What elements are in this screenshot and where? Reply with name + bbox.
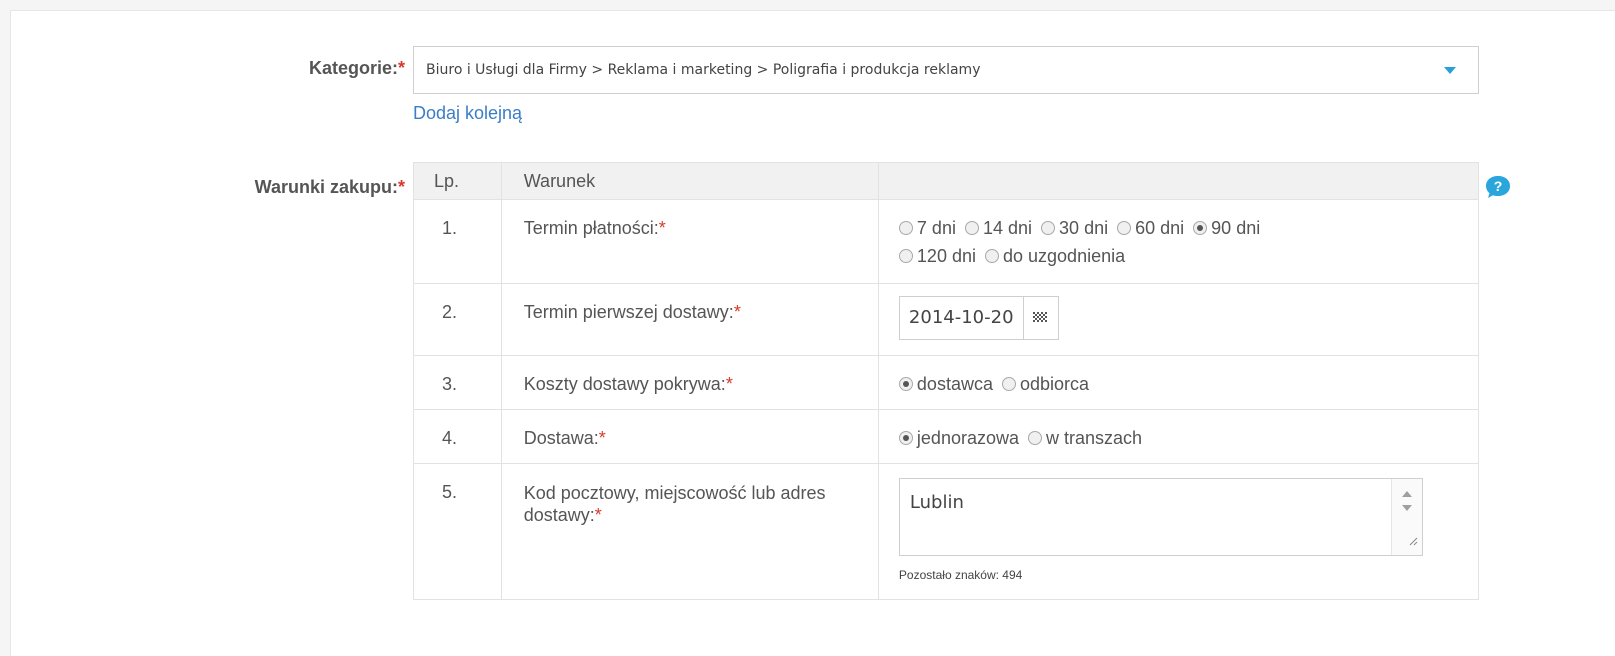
radio-button[interactable] — [1001, 377, 1016, 391]
radio-label: 90 dni — [1211, 218, 1261, 238]
radio-button[interactable] — [898, 221, 913, 235]
radio-option-supplier[interactable]: dostawca — [898, 374, 993, 394]
table-row: 3. Koszty dostawy pokrywa:* dostawca odb… — [413, 355, 1480, 410]
categories-label: Kategorie:* — [309, 58, 405, 79]
table-row: 5. Kod pocztowy, miejscowość lub adres d… — [413, 463, 1480, 600]
row-condition: Kod pocztowy, miejscowość lub adres dost… — [500, 463, 879, 600]
radio-label: w transzach — [1046, 428, 1143, 448]
delivery-address-textarea[interactable]: Lublin — [898, 478, 1423, 556]
required-mark: * — [594, 505, 602, 525]
radio-option-one-time[interactable]: jednorazowa — [898, 428, 1019, 448]
payment-term-options: 7 dni 14 dni 30 dni 60 dni 90 dni 120 dn… — [877, 199, 1480, 284]
radio-label: 30 dni — [1059, 218, 1109, 238]
radio-option-90-days[interactable]: 90 dni — [1193, 218, 1260, 238]
textarea-value: Lublin — [909, 492, 964, 513]
radio-option-60-days[interactable]: 60 dni — [1117, 218, 1184, 238]
radio-option-recipient[interactable]: odbiorca — [1001, 374, 1090, 394]
first-delivery-label: Termin pierwszej dostawy: — [523, 302, 734, 322]
column-header-number: Lp. — [413, 162, 502, 200]
table-row: 2. Termin pierwszej dostawy:* 2014-10-20 — [413, 283, 1480, 356]
row-number: 5. — [413, 463, 502, 600]
resize-grip-icon[interactable] — [1409, 530, 1418, 551]
scroll-up-icon[interactable] — [1401, 491, 1412, 497]
row-condition: Termin płatności:* — [500, 199, 879, 284]
radio-option-120-days[interactable]: 120 dni — [898, 246, 976, 266]
radio-label: jednorazowa — [916, 428, 1019, 448]
purchase-terms-label: Warunki zakupu:* — [255, 177, 405, 198]
radio-button-selected[interactable] — [898, 377, 913, 391]
radio-group-line: jednorazowa w transzach — [898, 424, 1478, 452]
required-mark: * — [598, 428, 606, 448]
radio-label: 60 dni — [1135, 218, 1185, 238]
delivery-costs-label: Koszty dostawy pokrywa: — [523, 374, 726, 394]
purchase-terms-label-text: Warunki zakupu: — [254, 177, 398, 197]
radio-label: odbiorca — [1019, 374, 1090, 394]
row-number: 4. — [413, 409, 502, 464]
help-icon[interactable]: ? — [1485, 175, 1511, 199]
radio-option-7-days[interactable]: 7 dni — [898, 218, 956, 238]
radio-label: 7 dni — [916, 218, 956, 238]
calendar-icon[interactable] — [1024, 297, 1058, 339]
radio-button[interactable] — [964, 221, 979, 235]
radio-button-selected[interactable] — [1193, 221, 1208, 235]
radio-option-to-agree[interactable]: do uzgodnienia — [985, 246, 1125, 266]
scroll-down-icon[interactable] — [1401, 505, 1412, 511]
row-number: 1. — [413, 199, 502, 284]
radio-option-30-days[interactable]: 30 dni — [1041, 218, 1108, 238]
first-delivery-value: 2014-10-20 — [877, 283, 1480, 356]
purchase-terms-table: Lp. Warunek 1. Termin płatności:* 7 dni … — [413, 162, 1480, 600]
delivery-address-value: Lublin Pozostało znaków: 494 — [877, 463, 1480, 600]
add-another-category-link[interactable]: Dodaj kolejną — [413, 103, 522, 124]
radio-group-line: dostawca odbiorca — [898, 370, 1478, 398]
column-header-value — [877, 162, 1480, 200]
chevron-down-icon — [1444, 67, 1456, 74]
radio-group-line: 120 dni do uzgodnienia — [898, 242, 1478, 270]
remaining-chars-counter: Pozostało znaków: 494 — [898, 568, 1023, 582]
delivery-costs-options: dostawca odbiorca — [877, 355, 1480, 410]
categories-label-text: Kategorie: — [308, 58, 398, 78]
row-condition: Koszty dostawy pokrywa:* — [500, 355, 879, 410]
radio-button-selected[interactable] — [898, 431, 913, 445]
row-condition: Dostawa:* — [500, 409, 879, 464]
table-row: 4. Dostawa:* jednorazowa w transzach — [413, 409, 1480, 464]
required-mark: * — [397, 177, 405, 197]
delivery-label: Dostawa: — [523, 428, 599, 448]
date-picker[interactable]: 2014-10-20 — [898, 296, 1059, 340]
radio-button[interactable] — [985, 249, 999, 263]
radio-label: do uzgodnienia — [1003, 246, 1126, 266]
column-header-condition: Warunek — [500, 162, 879, 200]
delivery-address-label: Kod pocztowy, miejscowość lub adres dost… — [523, 483, 826, 525]
row-condition: Termin pierwszej dostawy:* — [500, 283, 879, 356]
required-mark: * — [658, 218, 666, 238]
radio-button[interactable] — [1041, 221, 1056, 235]
payment-term-label: Termin płatności: — [523, 218, 659, 238]
category-select[interactable]: Biuro i Usługi dla Firmy > Reklama i mar… — [413, 46, 1479, 94]
radio-button[interactable] — [1117, 221, 1132, 235]
date-input[interactable]: 2014-10-20 — [900, 297, 1024, 339]
required-mark: * — [725, 374, 733, 394]
required-mark: * — [397, 58, 405, 78]
radio-button[interactable] — [898, 249, 913, 263]
required-mark: * — [733, 302, 741, 322]
radio-option-in-installments[interactable]: w transzach — [1028, 428, 1142, 448]
svg-text:?: ? — [1494, 178, 1503, 194]
delivery-options: jednorazowa w transzach — [877, 409, 1480, 464]
radio-group-line: 7 dni 14 dni 30 dni 60 dni 90 dni — [898, 214, 1478, 242]
radio-label: 14 dni — [982, 218, 1033, 238]
radio-option-14-days[interactable]: 14 dni — [964, 218, 1033, 238]
radio-label: dostawca — [916, 374, 993, 394]
category-select-value: Biuro i Usługi dla Firmy > Reklama i mar… — [426, 62, 981, 78]
radio-label: 120 dni — [916, 246, 976, 266]
radio-button[interactable] — [1028, 431, 1043, 445]
row-number: 2. — [413, 283, 502, 356]
row-number: 3. — [413, 355, 502, 410]
table-header-row: Lp. Warunek — [413, 162, 1480, 200]
table-row: 1. Termin płatności:* 7 dni 14 dni 30 dn… — [413, 199, 1480, 284]
